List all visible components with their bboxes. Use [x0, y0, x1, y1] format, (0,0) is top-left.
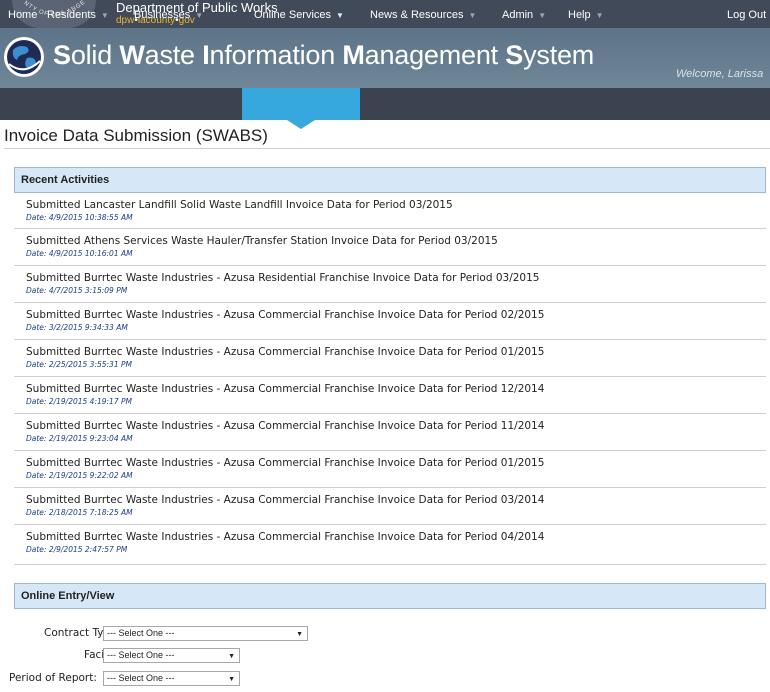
chevron-down-icon: ▼: [468, 11, 477, 20]
activity-item: Submitted Burrtec Waste Industries - Azu…: [14, 414, 766, 451]
activity-text: Submitted Lancaster Landfill Solid Waste…: [26, 199, 453, 211]
nav-online-services[interactable]: Online Services ▼: [254, 9, 344, 21]
activity-date: Date: 4/9/2015 10:16:01 AM: [26, 249, 133, 258]
activity-date: Date: 3/2/2015 9:34:33 AM: [26, 323, 128, 332]
activity-item: Submitted Burrtec Waste Industries - Azu…: [14, 451, 766, 488]
activity-text: Submitted Burrtec Waste Industries - Azu…: [26, 309, 545, 321]
nav-active-highlight: [242, 88, 360, 120]
nav-home[interactable]: Home: [8, 9, 37, 21]
chevron-down-icon: ▼: [595, 11, 604, 20]
activity-date: Date: 4/9/2015 10:38:55 AM: [26, 213, 133, 222]
activity-text: Submitted Burrtec Waste Industries - Azu…: [26, 420, 545, 432]
activity-item: Submitted Burrtec Waste Industries - Azu…: [14, 525, 766, 565]
activity-date: Date: 2/19/2015 4:19:17 PM: [26, 397, 132, 406]
system-banner: Solid Waste Information Management Syste…: [0, 28, 770, 88]
period-of-report-label: Period of Report:: [9, 672, 97, 684]
facility-value: --- Select One ---: [107, 650, 175, 660]
activity-text: Submitted Burrtec Waste Industries - Azu…: [26, 383, 545, 395]
activity-text: Submitted Burrtec Waste Industries - Azu…: [26, 272, 540, 284]
globe-logo-icon[interactable]: [3, 36, 45, 78]
chevron-down-icon: ▼: [336, 11, 344, 20]
nav-active-pointer: [287, 120, 315, 129]
nav-businesses[interactable]: Businesses ▼: [134, 9, 203, 21]
activity-item: Submitted Burrtec Waste Industries - Azu…: [14, 488, 766, 525]
nav-news-resources[interactable]: News & Resources ▼: [370, 9, 476, 21]
logout-link[interactable]: Log Out: [727, 9, 766, 21]
period-of-report-value: --- Select One ---: [107, 673, 175, 683]
chevron-down-icon: ▼: [538, 11, 547, 20]
nav-admin[interactable]: Admin ▼: [502, 9, 546, 21]
chevron-down-icon: ▼: [100, 11, 109, 20]
activity-text: Submitted Burrtec Waste Industries - Azu…: [26, 457, 545, 469]
activity-item: Submitted Athens Services Waste Hauler/T…: [14, 229, 766, 266]
activity-text: Submitted Burrtec Waste Industries - Azu…: [26, 346, 545, 358]
nav-help[interactable]: Help ▼: [568, 9, 604, 21]
activity-date: Date: 2/18/2015 7:18:25 AM: [26, 508, 133, 517]
title-divider: [4, 148, 770, 149]
dropdown-arrow-icon: ▼: [228, 653, 235, 660]
chevron-down-icon: ▼: [195, 11, 204, 20]
activity-date: Date: 2/25/2015 3:55:31 PM: [26, 360, 132, 369]
period-of-report-select[interactable]: --- Select One --- ▼: [103, 671, 240, 686]
online-entry-header: Online Entry/View: [14, 583, 766, 609]
activity-date: Date: 4/7/2015 3:15:09 PM: [26, 286, 128, 295]
dropdown-arrow-icon: ▼: [228, 676, 235, 683]
activity-item: Submitted Burrtec Waste Industries - Azu…: [14, 340, 766, 377]
activity-text: Submitted Athens Services Waste Hauler/T…: [26, 235, 498, 247]
page-title: Invoice Data Submission (SWABS): [4, 126, 268, 145]
activity-item: Submitted Burrtec Waste Industries - Azu…: [14, 377, 766, 414]
welcome-message: Welcome, Larissa: [676, 68, 764, 80]
nav-residents[interactable]: Residents ▼: [47, 9, 109, 21]
website-prefix: dpw: [116, 15, 135, 26]
activity-item: Submitted Lancaster Landfill Solid Waste…: [14, 193, 766, 229]
dropdown-arrow-icon: ▼: [296, 631, 303, 638]
main-navbar: [0, 88, 770, 120]
system-title: Solid Waste Information Management Syste…: [53, 40, 595, 70]
activity-item: Submitted Burrtec Waste Industries - Azu…: [14, 303, 766, 340]
activity-text: Submitted Burrtec Waste Industries - Azu…: [26, 494, 545, 506]
activity-date: Date: 2/9/2015 2:47:57 PM: [26, 545, 128, 554]
activity-text: Submitted Burrtec Waste Industries - Azu…: [26, 531, 545, 543]
recent-activities-header: Recent Activities: [14, 167, 766, 193]
activity-date: Date: 2/19/2015 9:22:02 AM: [26, 471, 133, 480]
facility-select[interactable]: --- Select One --- ▼: [103, 648, 240, 663]
activity-item: Submitted Burrtec Waste Industries - Azu…: [14, 266, 766, 303]
contract-type-value: --- Select One ---: [107, 628, 175, 638]
contract-type-select[interactable]: --- Select One --- ▼: [103, 626, 308, 641]
activity-date: Date: 2/19/2015 9:23:04 AM: [26, 434, 133, 443]
